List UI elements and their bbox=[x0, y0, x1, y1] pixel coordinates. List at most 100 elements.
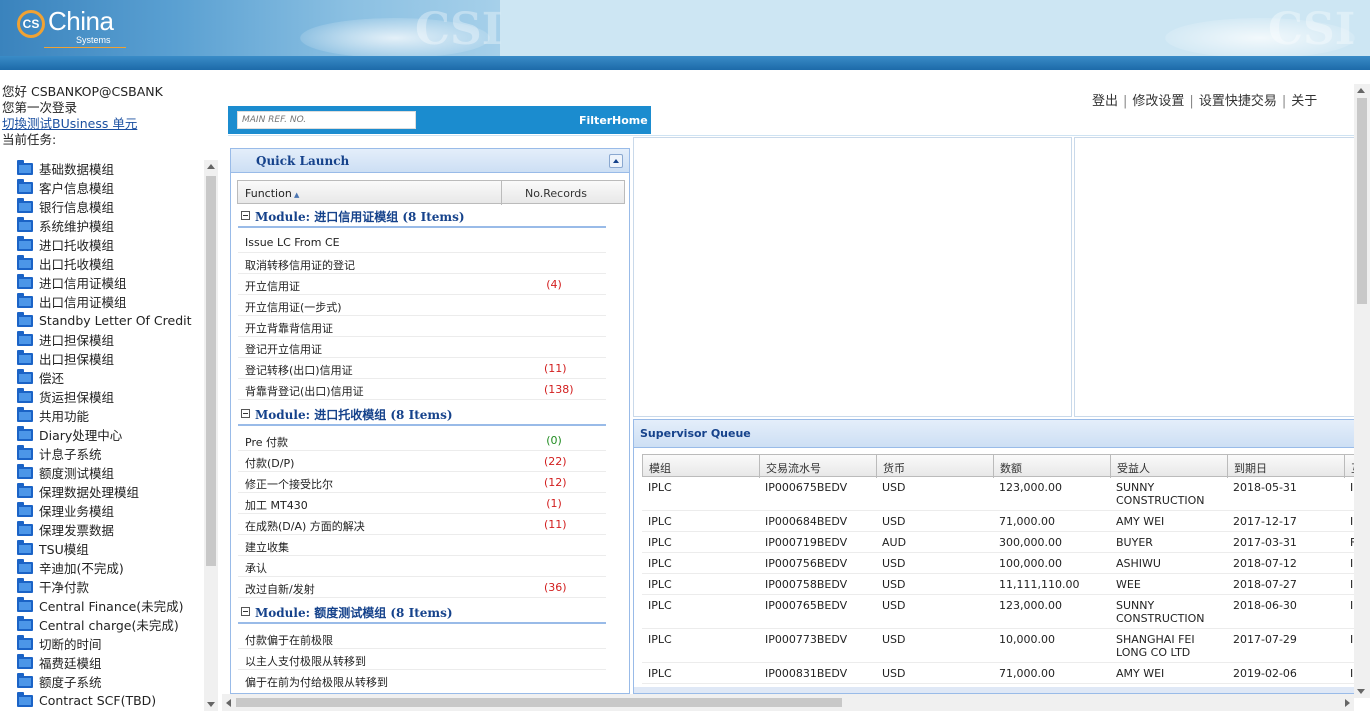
tree-item[interactable]: 客户信息模组 bbox=[17, 178, 114, 197]
horizontal-scroll-thumb[interactable] bbox=[236, 698, 842, 707]
filter-button[interactable]: Filter bbox=[579, 114, 612, 127]
tree-item[interactable]: 计息子系统 bbox=[17, 444, 102, 463]
function-row[interactable]: 开立信用证 (4) bbox=[238, 274, 606, 295]
function-row[interactable]: Issue LC From CE bbox=[238, 232, 606, 253]
function-row[interactable]: 在成熟(D/A) 方面的解决 (11) bbox=[238, 514, 606, 535]
scroll-left-icon[interactable] bbox=[226, 699, 231, 707]
collapse-icon[interactable] bbox=[609, 154, 623, 168]
tree-item[interactable]: Diary处理中心 bbox=[17, 425, 122, 444]
collapse-group-icon[interactable] bbox=[241, 409, 250, 418]
queue-column-header[interactable]: 交易流水号 bbox=[766, 460, 821, 476]
function-row[interactable]: 承认 bbox=[238, 556, 606, 577]
tree-scroll-thumb[interactable] bbox=[206, 176, 216, 566]
tree-item[interactable]: Contract SCF(TBD) bbox=[17, 691, 156, 710]
tree-item[interactable]: Central charge(未完成) bbox=[17, 615, 179, 634]
collapse-group-icon[interactable] bbox=[241, 607, 250, 616]
queue-cell: USD bbox=[882, 515, 906, 528]
function-row[interactable]: 以主人支付极限从转移到 bbox=[238, 649, 606, 670]
queue-cell: 71,000.00 bbox=[999, 667, 1055, 680]
tree-item[interactable]: 干净付款 bbox=[17, 577, 89, 596]
collapse-group-icon[interactable] bbox=[241, 211, 250, 220]
function-row[interactable]: 付款(D/P) (22) bbox=[238, 451, 606, 472]
tree-item[interactable]: Standby Letter Of Credit bbox=[17, 311, 192, 330]
tree-item[interactable]: 共用功能 bbox=[17, 406, 89, 425]
function-row[interactable]: 改过自新/发射 (36) bbox=[238, 577, 606, 598]
tree-item[interactable]: 保理数据处理模组 bbox=[17, 482, 139, 501]
function-row[interactable]: Pre 付款 (0) bbox=[238, 430, 606, 451]
tree-item[interactable]: 辛迪加(不完成) bbox=[17, 558, 124, 577]
queue-column-header[interactable]: 数额 bbox=[1000, 460, 1022, 476]
queue-row[interactable]: IPLC IP000756BEDV USD 100,000.00 ASHIWU 2018-… bbox=[642, 553, 1354, 574]
queue-column-header[interactable]: 模组 bbox=[649, 460, 671, 476]
logout-link[interactable]: 登出 bbox=[1092, 94, 1118, 109]
queue-row[interactable]: IPLC IP000719BEDV AUD 300,000.00 BUYER 2017-0… bbox=[642, 532, 1354, 553]
queue-column-header[interactable]: 受益人 bbox=[1117, 460, 1150, 476]
about-link[interactable]: 关于 bbox=[1291, 94, 1317, 109]
tree-item[interactable]: 货运担保模组 bbox=[17, 387, 114, 406]
page-vertical-scrollbar[interactable] bbox=[1354, 84, 1370, 698]
scroll-right-icon[interactable] bbox=[1345, 699, 1350, 707]
tree-item[interactable]: 额度子系统 bbox=[17, 672, 102, 691]
tree-item[interactable]: 出口托收模组 bbox=[17, 254, 114, 273]
vertical-scroll-thumb[interactable] bbox=[1357, 98, 1367, 304]
function-row[interactable]: 背靠背登记(出口)信用证 (138) bbox=[238, 379, 606, 400]
tree-item[interactable]: 基础数据模组 bbox=[17, 159, 114, 178]
settings-link[interactable]: 修改设置 bbox=[1132, 94, 1184, 109]
function-row[interactable]: 登记转移(出口)信用证 (11) bbox=[238, 358, 606, 379]
folder-icon bbox=[17, 311, 33, 327]
function-column-header[interactable]: Function bbox=[245, 187, 299, 200]
tree-item[interactable]: Central Finance(未完成) bbox=[17, 596, 184, 615]
queue-cell: 11,111,110.00 bbox=[999, 578, 1080, 591]
page-horizontal-scrollbar[interactable] bbox=[222, 694, 1354, 711]
tree-item[interactable]: 保理发票数据 bbox=[17, 520, 114, 539]
queue-column-header[interactable]: 到期日 bbox=[1234, 460, 1267, 476]
queue-row[interactable]: IPLC IP000758BEDV USD 11,111,110.00 WEE 2018-… bbox=[642, 574, 1354, 595]
column-divider bbox=[876, 455, 877, 478]
module-tree: 基础数据模组 客户信息模组 银行信息模组 系统维护模组 进口托收模组 出口托收模组 进口信用… bbox=[0, 158, 220, 711]
scroll-down-icon[interactable] bbox=[207, 702, 215, 707]
tree-item[interactable]: 切断的时间 bbox=[17, 634, 102, 653]
tree-item[interactable]: 出口担保模组 bbox=[17, 349, 114, 368]
scroll-down-icon[interactable] bbox=[1357, 689, 1365, 694]
function-row[interactable]: 开立背靠背信用证 bbox=[238, 316, 606, 337]
switch-business-unit-link[interactable]: 切換测试BUsiness 单元 bbox=[2, 116, 137, 131]
module-group-header[interactable]: Module: 额度测试模组 (8 Items) bbox=[238, 600, 606, 624]
tree-item[interactable]: 保理业务模组 bbox=[17, 501, 114, 520]
home-button[interactable]: Home bbox=[612, 114, 648, 127]
queue-row[interactable]: IPLC IP000773BEDV USD 10,000.00 SHANGHAI FEI… bbox=[642, 629, 1354, 663]
function-row[interactable]: 加工 MT430 (1) bbox=[238, 493, 606, 514]
module-group-header[interactable]: Module: 进口托收模组 (8 Items) bbox=[238, 402, 606, 426]
records-column-header[interactable]: No.Records bbox=[525, 187, 587, 200]
scroll-up-icon[interactable] bbox=[1357, 88, 1365, 93]
main-ref-input[interactable] bbox=[237, 111, 416, 129]
quick-transaction-link[interactable]: 设置快捷交易 bbox=[1199, 94, 1277, 109]
queue-row[interactable]: IPLC IP000831BEDV USD 71,000.00 AMY WEI 2019-… bbox=[642, 663, 1354, 684]
queue-cell: IP000756BEDV bbox=[765, 557, 848, 570]
tree-item[interactable]: 进口信用证模组 bbox=[17, 273, 127, 292]
function-row[interactable]: 修正一个接受比尔 (12) bbox=[238, 472, 606, 493]
scroll-up-icon[interactable] bbox=[207, 164, 215, 169]
queue-row[interactable]: IPLC IP000675BEDV USD 123,000.00 SUNNY CONST… bbox=[642, 477, 1354, 511]
function-row[interactable]: 付款偏于在前极限 bbox=[238, 628, 606, 649]
tree-item[interactable]: 福费廷模组 bbox=[17, 653, 102, 672]
queue-cell: ASHIWU bbox=[1116, 557, 1161, 570]
queue-row[interactable]: IPLC IP000684BEDV USD 71,000.00 AMY WEI 2017-… bbox=[642, 511, 1354, 532]
queue-row[interactable]: IPLC IP000765BEDV USD 123,000.00 SUNNY CONST… bbox=[642, 595, 1354, 629]
tree-item[interactable]: 偿还 bbox=[17, 368, 64, 387]
function-row[interactable]: 偏于在前为付给极限从转移到 bbox=[238, 670, 606, 690]
first-login-notice: 您第一次登录 bbox=[2, 100, 78, 115]
tree-item[interactable]: 出口信用证模组 bbox=[17, 292, 127, 311]
function-row[interactable]: 登记开立信用证 bbox=[238, 337, 606, 358]
tree-item[interactable]: 额度测试模组 bbox=[17, 463, 114, 482]
tree-scrollbar[interactable] bbox=[204, 160, 218, 711]
tree-item[interactable]: TSU模组 bbox=[17, 539, 89, 558]
function-row[interactable]: 建立收集 bbox=[238, 535, 606, 556]
tree-item[interactable]: 银行信息模组 bbox=[17, 197, 114, 216]
tree-item[interactable]: 进口托收模组 bbox=[17, 235, 114, 254]
module-group-header[interactable]: Module: 进口信用证模组 (8 Items) bbox=[238, 204, 606, 228]
function-row[interactable]: 开立信用证(一步式) bbox=[238, 295, 606, 316]
tree-item[interactable]: 进口担保模组 bbox=[17, 330, 114, 349]
queue-column-header[interactable]: 货币 bbox=[883, 460, 905, 476]
function-row[interactable]: 取消转移信用证的登记 bbox=[238, 253, 606, 274]
tree-item[interactable]: 系统维护模组 bbox=[17, 216, 114, 235]
